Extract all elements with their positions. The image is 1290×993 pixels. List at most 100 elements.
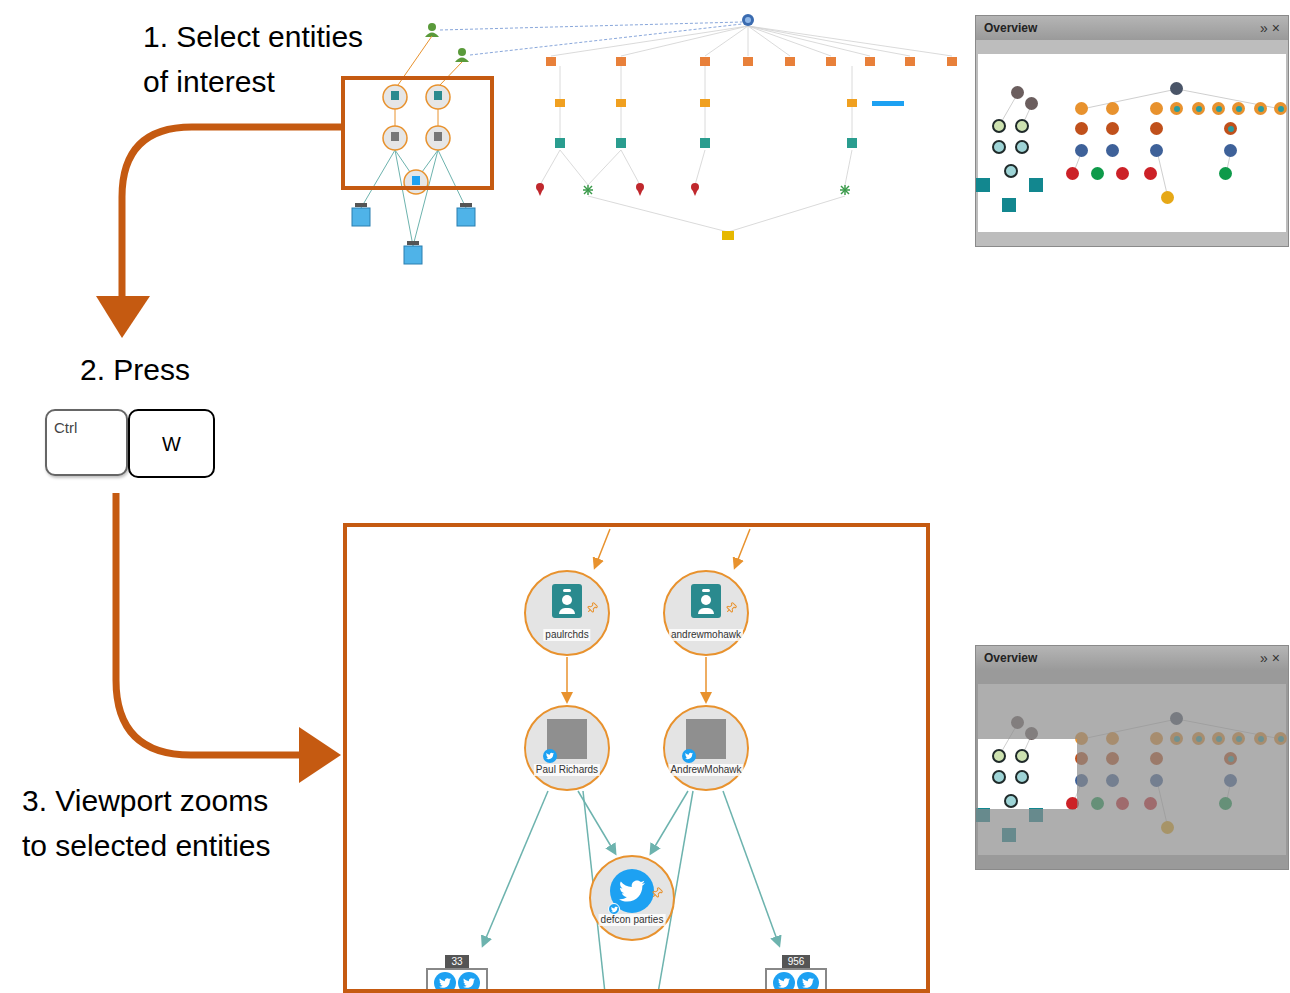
overview-header: Overview » × — [976, 16, 1288, 40]
overview-node — [1161, 191, 1174, 204]
overview-node — [1150, 144, 1163, 157]
id-card-icon — [552, 584, 582, 618]
keyboard-key: Ctrl — [45, 409, 128, 476]
panel-control[interactable]: » — [1260, 21, 1268, 35]
overview-node — [1015, 119, 1029, 133]
overview-node — [1002, 198, 1016, 212]
overview-node — [1066, 167, 1079, 180]
overview-node — [992, 749, 1006, 763]
overview-node — [1170, 102, 1183, 115]
entity-node[interactable]: Paul Richards — [524, 705, 610, 791]
overview-node — [1106, 122, 1119, 135]
count-badge: 33 — [445, 955, 468, 968]
pin-icon[interactable] — [723, 600, 740, 617]
overview-node — [1150, 774, 1163, 787]
overview-title: Overview — [984, 19, 1037, 37]
node-label: Paul Richards — [534, 764, 600, 776]
overview-node — [1106, 102, 1119, 115]
overview-node — [1029, 178, 1043, 192]
twitter-badge-icon — [543, 749, 557, 763]
overview-node — [1025, 727, 1038, 740]
overview-node — [1106, 752, 1119, 765]
overview-node — [992, 140, 1006, 154]
keyboard-key: W — [128, 409, 215, 478]
overview-node — [1224, 774, 1237, 787]
overview-node — [1004, 794, 1018, 808]
overview-node — [1150, 752, 1163, 765]
panel-control[interactable]: » — [1260, 651, 1268, 665]
overview-node — [992, 770, 1006, 784]
overview-node — [1106, 732, 1119, 745]
overview-node — [1091, 167, 1104, 180]
overview-node — [1212, 732, 1225, 745]
overview-node — [1011, 716, 1024, 729]
overview-node — [1219, 797, 1232, 810]
overview-node — [1254, 102, 1267, 115]
overview-node — [1091, 797, 1104, 810]
node-label: andrewmohawk — [669, 629, 743, 641]
overview-node — [1029, 808, 1043, 822]
overview-node — [1075, 732, 1088, 745]
panel-control[interactable]: × — [1272, 21, 1280, 35]
overview-node — [1254, 732, 1267, 745]
overview-node — [1274, 732, 1287, 745]
overview-node — [1144, 167, 1157, 180]
twitter-badge-icon — [682, 749, 696, 763]
overview-panel: Overview » × — [975, 15, 1289, 247]
pin-icon[interactable] — [584, 600, 601, 617]
tutorial-diagram: 1. Select entitiesof interest 2. Press Ctr… — [0, 0, 1290, 993]
overview-node — [1232, 102, 1245, 115]
overview-node — [976, 808, 990, 822]
overview-node — [1075, 122, 1088, 135]
overview-node — [976, 178, 990, 192]
node-label: paulrchds — [543, 629, 590, 641]
overview-node — [1106, 144, 1119, 157]
overview-node — [1170, 732, 1183, 745]
id-card-icon — [691, 584, 721, 618]
overview-node — [1011, 86, 1024, 99]
overview-node — [1224, 144, 1237, 157]
overview-node — [1002, 828, 1016, 842]
overview-node — [1170, 712, 1183, 725]
overview-title: Overview — [984, 649, 1037, 667]
zoomed-viewport: paulrchds andrewmohawk Paul Richards Andrew… — [343, 523, 930, 993]
overview-node — [1192, 732, 1205, 745]
key-combo: CtrlW — [45, 409, 215, 478]
entity-node[interactable]: paulrchds — [524, 570, 610, 656]
overview-node — [1232, 732, 1245, 745]
entity-node[interactable]: defcon parties — [589, 855, 675, 941]
overview-node — [1219, 167, 1232, 180]
overview-node — [992, 119, 1006, 133]
entity-node[interactable]: andrewmohawk — [663, 570, 749, 656]
overview-node — [1004, 164, 1018, 178]
node-label: AndrewMohawk — [668, 764, 743, 776]
overview-node — [1150, 102, 1163, 115]
overview-node — [1106, 774, 1119, 787]
overview-node — [1192, 102, 1205, 115]
step-1-caption: 1. Select entitiesof interest — [143, 14, 363, 104]
overview-node — [1116, 797, 1129, 810]
overview-node — [1150, 122, 1163, 135]
count-badge: 956 — [782, 955, 811, 968]
overview-node — [1144, 797, 1157, 810]
group-node[interactable]: 33 — [426, 955, 488, 993]
step-3-caption: 3. Viewport zoomsto selected entities — [22, 778, 270, 868]
overview-node — [1150, 732, 1163, 745]
overview-header: Overview » × — [976, 646, 1288, 670]
overview-node — [1015, 770, 1029, 784]
overview-node — [1066, 797, 1079, 810]
overview-node — [1015, 140, 1029, 154]
overview-node — [1015, 749, 1029, 763]
panel-control[interactable]: × — [1272, 651, 1280, 665]
overview-node — [1075, 144, 1088, 157]
overview-node — [1274, 102, 1287, 115]
overview-node — [1075, 774, 1088, 787]
step-2-caption: 2. Press — [80, 350, 190, 390]
overview-node — [1224, 122, 1237, 135]
node-label: defcon parties — [599, 914, 666, 926]
entity-node[interactable]: AndrewMohawk — [663, 705, 749, 791]
overview-node — [1075, 102, 1088, 115]
viewport-rectangle[interactable] — [978, 739, 1077, 809]
overview-node — [1224, 752, 1237, 765]
group-node[interactable]: 956 — [765, 955, 827, 993]
